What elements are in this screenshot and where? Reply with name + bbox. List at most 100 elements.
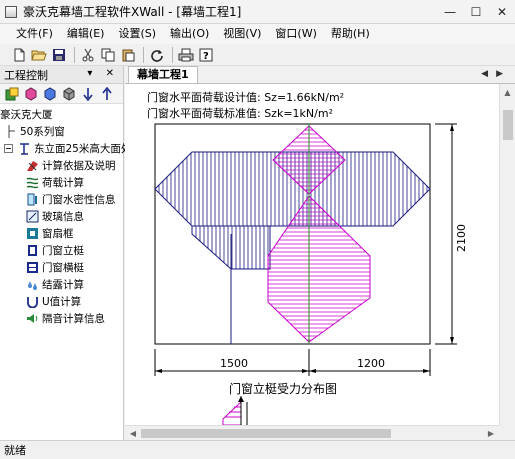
menu-view[interactable]: 视图(V) (216, 25, 268, 43)
tree-item-watertight[interactable]: 门窗水密性信息 (0, 191, 123, 208)
move-up-icon[interactable] (99, 86, 115, 102)
scroll-left-icon[interactable]: ◀ (125, 426, 141, 441)
add-project-icon[interactable] (4, 86, 20, 102)
save-icon[interactable] (50, 46, 68, 64)
standard-load-text: 门窗水平面荷载标准值: Szk=1kN/m² (147, 106, 333, 120)
help-icon[interactable]: ? (197, 46, 215, 64)
menu-window[interactable]: 窗口(W) (268, 25, 323, 43)
menu-output[interactable]: 输出(O) (163, 25, 216, 43)
design-load-text: 门窗水平面荷载设计值: Sz=1.66kN/m² (147, 90, 344, 104)
vertical-scroll-thumb[interactable] (503, 110, 513, 140)
next-diagram-preview (222, 396, 248, 425)
vertical-scrollbar[interactable]: ▲ (499, 84, 515, 425)
acoustic-icon (26, 312, 39, 325)
project-control-panel: 工程控制 ▾ ✕ 豪沃克大厦 50系列窗 东立面25米高大面处 计算依据及说明 … (0, 66, 131, 440)
main-toolbar: ? (0, 44, 515, 66)
tree-facade[interactable]: 东立面25米高大面处 (0, 140, 131, 157)
load-calc-icon (26, 176, 39, 189)
tree-item-calc-basis[interactable]: 计算依据及说明 (0, 157, 123, 174)
tree-item-load-calc[interactable]: 荷载计算 (0, 174, 123, 191)
mullion-icon (26, 244, 39, 257)
horizontal-scroll-thumb[interactable] (141, 429, 391, 438)
tree-item-label: 门窗水密性信息 (42, 194, 116, 206)
panel-toolbar (0, 84, 123, 104)
scroll-right-icon[interactable]: ▶ (483, 426, 499, 441)
dim-height-value: 2100 (455, 224, 468, 252)
paste-icon[interactable] (119, 46, 137, 64)
close-button[interactable]: ✕ (489, 0, 515, 24)
dim-left-value: 1500 (220, 357, 248, 370)
tree-item-label: 隔音计算信息 (42, 313, 105, 325)
panel-header: 工程控制 ▾ ✕ (0, 66, 123, 84)
tree-root-label: 豪沃克大厦 (0, 109, 53, 121)
facade-icon (18, 142, 31, 155)
condensation-icon (26, 278, 39, 291)
calc-basis-icon (26, 159, 39, 172)
menu-settings[interactable]: 设置(S) (111, 25, 163, 43)
diagram-caption: 门窗立梃受力分布图 (229, 381, 337, 396)
sash-frame-icon (26, 227, 39, 240)
window-title: 豪沃克幕墙工程软件XWall - [幕墙工程1] (23, 5, 242, 19)
title-bar: 豪沃克幕墙工程软件XWall - [幕墙工程1] — ☐ ✕ (0, 0, 515, 24)
document-area: 幕墙工程1 ◀▶ 门窗水平面荷载设计值: Sz=1.66kN/m² 门窗水平面荷… (125, 66, 515, 440)
tree-item-label: 窗扇框 (42, 228, 74, 240)
window-controls: — ☐ ✕ (437, 0, 515, 24)
toolbar-separator (172, 46, 173, 63)
tree-item-label: U值计算 (42, 296, 82, 308)
app-icon (5, 5, 17, 18)
horizontal-scrollbar[interactable]: ◀ ▶ (125, 425, 499, 440)
add-component-icon[interactable] (61, 86, 77, 102)
tree-item-glass[interactable]: 玻璃信息 (0, 208, 123, 225)
collapse-icon[interactable] (2, 142, 15, 155)
tree-facade-label: 东立面25米高大面处 (34, 143, 132, 155)
open-folder-icon[interactable] (30, 46, 48, 64)
copy-icon[interactable] (99, 46, 117, 64)
menu-file[interactable]: 文件(F) (4, 25, 60, 43)
minimize-button[interactable]: — (437, 0, 463, 24)
tree-item-label: 门窗立梃 (42, 245, 84, 257)
maximize-button[interactable]: ☐ (463, 0, 489, 24)
tree-item-label: 荷载计算 (42, 177, 84, 189)
menu-bar: 文件(F) 编辑(E) 设置(S) 输出(O) 视图(V) 窗口(W) 帮助(H… (0, 24, 515, 44)
menu-help[interactable]: 帮助(H) (324, 25, 377, 43)
hatch-outline (154, 151, 431, 227)
transom-icon (26, 261, 39, 274)
print-icon[interactable] (177, 46, 195, 64)
menu-edit[interactable]: 编辑(E) (60, 25, 112, 43)
panel-controls[interactable]: ▾ ✕ (87, 68, 119, 79)
move-down-icon[interactable] (80, 86, 96, 102)
tree-series[interactable]: 50系列窗 (0, 123, 123, 140)
add-series-icon[interactable] (23, 86, 39, 102)
tree-item-mullion[interactable]: 门窗立梃 (0, 242, 123, 259)
tree-branch-icon (4, 125, 17, 138)
tab-curtain-wall-project[interactable]: 幕墙工程1 (128, 66, 198, 83)
tree-item-sash-frame[interactable]: 窗扇框 (0, 225, 123, 242)
panel-title: 工程控制 (4, 68, 48, 82)
status-bar: 就绪 (0, 440, 515, 459)
tree-item-label: 玻璃信息 (42, 211, 84, 223)
tree-item-label: 门窗横梃 (42, 262, 84, 274)
tree-root[interactable]: 豪沃克大厦 (0, 106, 123, 123)
cut-icon[interactable] (79, 46, 97, 64)
tree-item-acoustic[interactable]: 隔音计算信息 (0, 310, 123, 327)
add-cube-icon[interactable] (42, 86, 58, 102)
tree-item-label: 结露计算 (42, 279, 84, 291)
mullion-load-diagram: 门窗水平面荷载设计值: Sz=1.66kN/m² 门窗水平面荷载标准值: Szk… (147, 90, 468, 425)
toolbar-separator (143, 46, 144, 63)
toolbar-separator (74, 46, 75, 63)
tab-scroll-arrows-icon[interactable]: ◀▶ (481, 69, 511, 79)
svg-text:?: ? (203, 51, 209, 62)
tree-item-label: 计算依据及说明 (42, 160, 116, 172)
drawing-canvas[interactable]: 门窗水平面荷载设计值: Sz=1.66kN/m² 门窗水平面荷载标准值: Szk… (125, 84, 499, 425)
watertight-icon (26, 193, 39, 206)
scroll-up-icon[interactable]: ▲ (500, 84, 515, 100)
status-text: 就绪 (4, 444, 26, 457)
refresh-icon[interactable] (148, 46, 166, 64)
tree-item-transom[interactable]: 门窗横梃 (0, 259, 123, 276)
dim-right-value: 1200 (357, 357, 385, 370)
tree-item-condensation[interactable]: 结露计算 (0, 276, 123, 293)
project-tree: 豪沃克大厦 50系列窗 东立面25米高大面处 计算依据及说明 荷载计算 门窗水密… (0, 104, 131, 327)
tree-item-u-value[interactable]: U值计算 (0, 293, 123, 310)
document-tabbar: 幕墙工程1 ◀▶ (125, 66, 515, 84)
new-file-icon[interactable] (10, 46, 28, 64)
